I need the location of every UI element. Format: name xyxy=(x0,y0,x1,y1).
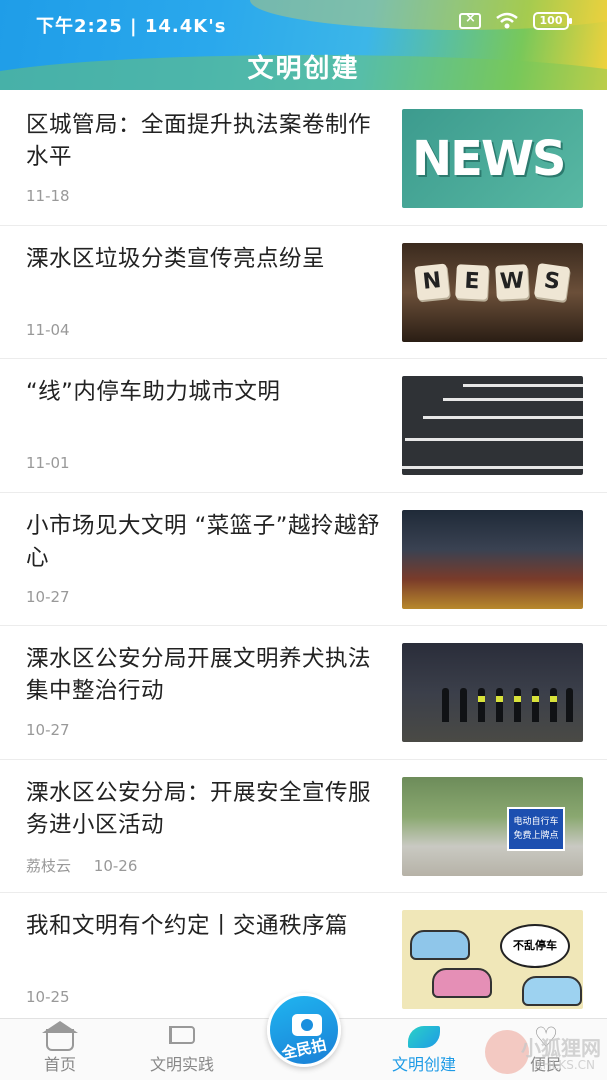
article-title[interactable]: 区城管局：全面提升执法案卷制作水平 xyxy=(26,109,381,173)
list-item[interactable]: 溧水区公安分局：开展安全宣传服务进小区活动 荔枝云 10-26 电动自行车 免费… xyxy=(0,760,607,893)
list-item[interactable]: 小市场见大文明 “菜篮子”越拎越舒心 10-27 xyxy=(0,493,607,626)
home-icon xyxy=(46,1029,74,1051)
parking-line xyxy=(463,384,583,387)
cartoon-car xyxy=(410,930,470,960)
nav-label: 文明实践 xyxy=(149,1055,214,1074)
watermark-subtext: XHLKS.CN xyxy=(534,1058,595,1072)
article-thumbnail[interactable] xyxy=(402,509,583,609)
speech-bubble: 不乱停车 xyxy=(500,924,570,968)
letter-tile: W xyxy=(495,263,529,300)
article-date: 10-27 xyxy=(26,721,70,739)
parking-line xyxy=(405,438,583,441)
article-meta: 荔枝云 10-26 xyxy=(26,855,137,876)
nav-create[interactable]: 文明创建 xyxy=(374,1019,474,1080)
article-date: 10-25 xyxy=(26,988,70,1006)
article-date: 11-01 xyxy=(26,454,70,472)
vest-mark xyxy=(496,696,503,702)
person-figure xyxy=(550,688,557,722)
person-figure xyxy=(496,688,503,722)
article-meta: 11-01 xyxy=(26,454,70,472)
person-figure xyxy=(442,688,449,722)
article-thumbnail[interactable] xyxy=(402,643,583,742)
person-figure xyxy=(460,688,467,722)
app-header: 下午2:25 | 14.4K's 100 文明创建 xyxy=(0,0,607,90)
cartoon-car xyxy=(432,968,492,998)
article-meta: 10-27 xyxy=(26,588,70,606)
article-list[interactable]: 区城管局：全面提升执法案卷制作水平 11-18 NEWS 溧水区垃圾分类宣传亮点… xyxy=(0,92,607,1027)
article-title[interactable]: 小市场见大文明 “菜篮子”越拎越舒心 xyxy=(26,510,381,574)
status-icons: 100 xyxy=(459,11,572,30)
article-thumbnail[interactable]: NEWS xyxy=(402,109,583,208)
no-sim-icon xyxy=(459,11,481,29)
parking-line xyxy=(443,398,583,401)
article-date: 11-04 xyxy=(26,320,70,339)
cartoon-car xyxy=(522,976,582,1006)
letter-tile: N xyxy=(414,262,450,301)
article-meta: 10-25 xyxy=(26,988,70,1006)
article-title[interactable]: “线”内停车助力城市文明 xyxy=(26,376,381,408)
person-figure xyxy=(478,688,485,722)
wifi-icon xyxy=(496,12,518,29)
article-date: 10-27 xyxy=(26,587,70,606)
booth-sign: 电动自行车 免费上牌点 xyxy=(507,806,565,851)
vest-mark xyxy=(478,696,485,702)
leaf-icon xyxy=(408,1026,440,1048)
list-item[interactable]: 区城管局：全面提升执法案卷制作水平 11-18 NEWS xyxy=(0,92,607,226)
vest-mark xyxy=(514,696,521,702)
nav-label: 首页 xyxy=(43,1055,76,1074)
article-date: 11-18 xyxy=(26,187,70,205)
status-bar: 下午2:25 | 14.4K's 100 xyxy=(0,0,607,44)
flag-icon xyxy=(169,1026,195,1044)
article-thumbnail[interactable] xyxy=(402,376,583,475)
article-title[interactable]: 我和文明有个约定丨交通秩序篇 xyxy=(26,910,381,942)
article-thumbnail[interactable]: 电动自行车 免费上牌点 xyxy=(402,776,583,876)
letter-tile: E xyxy=(455,263,489,300)
letter-tile: S xyxy=(533,262,571,301)
article-thumbnail[interactable]: N E W S xyxy=(402,242,583,342)
page-title: 文明创建 xyxy=(247,54,360,84)
article-source: 荔枝云 xyxy=(26,856,72,875)
person-figure xyxy=(532,688,539,722)
list-item[interactable]: 溧水区公安分局开展文明养犬执法集中整治行动 10-27 xyxy=(0,626,607,760)
vest-mark xyxy=(532,696,539,702)
list-item[interactable]: “线”内停车助力城市文明 11-01 xyxy=(0,359,607,493)
parking-line xyxy=(423,416,583,419)
vest-mark xyxy=(550,696,557,702)
camera-icon xyxy=(292,1014,322,1036)
list-item[interactable]: 溧水区垃圾分类宣传亮点纷呈 11-04 N E W S xyxy=(0,226,607,359)
status-time: 下午2:25 | 14.4K's xyxy=(36,16,227,37)
snapshot-button[interactable]: 全民拍 xyxy=(267,993,341,1067)
article-meta: 11-18 xyxy=(26,187,70,205)
person-figure xyxy=(514,688,521,722)
parking-line xyxy=(402,466,583,469)
nav-label: 文明创建 xyxy=(391,1055,456,1074)
article-meta: 10-27 xyxy=(26,721,70,739)
article-title[interactable]: 溧水区公安分局：开展安全宣传服务进小区活动 xyxy=(26,777,381,841)
person-figure xyxy=(566,688,573,722)
article-meta: 11-04 xyxy=(26,321,70,339)
battery-icon: 100 xyxy=(533,12,572,30)
article-date: 10-26 xyxy=(93,856,138,875)
article-title[interactable]: 溧水区公安分局开展文明养犬执法集中整治行动 xyxy=(26,643,381,707)
watermark-text: 小狐狸网 xyxy=(521,1036,601,1060)
nav-home[interactable]: 首页 xyxy=(10,1019,110,1080)
article-thumbnail[interactable]: 不乱停车 xyxy=(402,910,583,1009)
article-title[interactable]: 溧水区垃圾分类宣传亮点纷呈 xyxy=(26,243,381,275)
nav-practice[interactable]: 文明实践 xyxy=(132,1019,232,1080)
news-graphic: NEWS xyxy=(412,131,566,187)
